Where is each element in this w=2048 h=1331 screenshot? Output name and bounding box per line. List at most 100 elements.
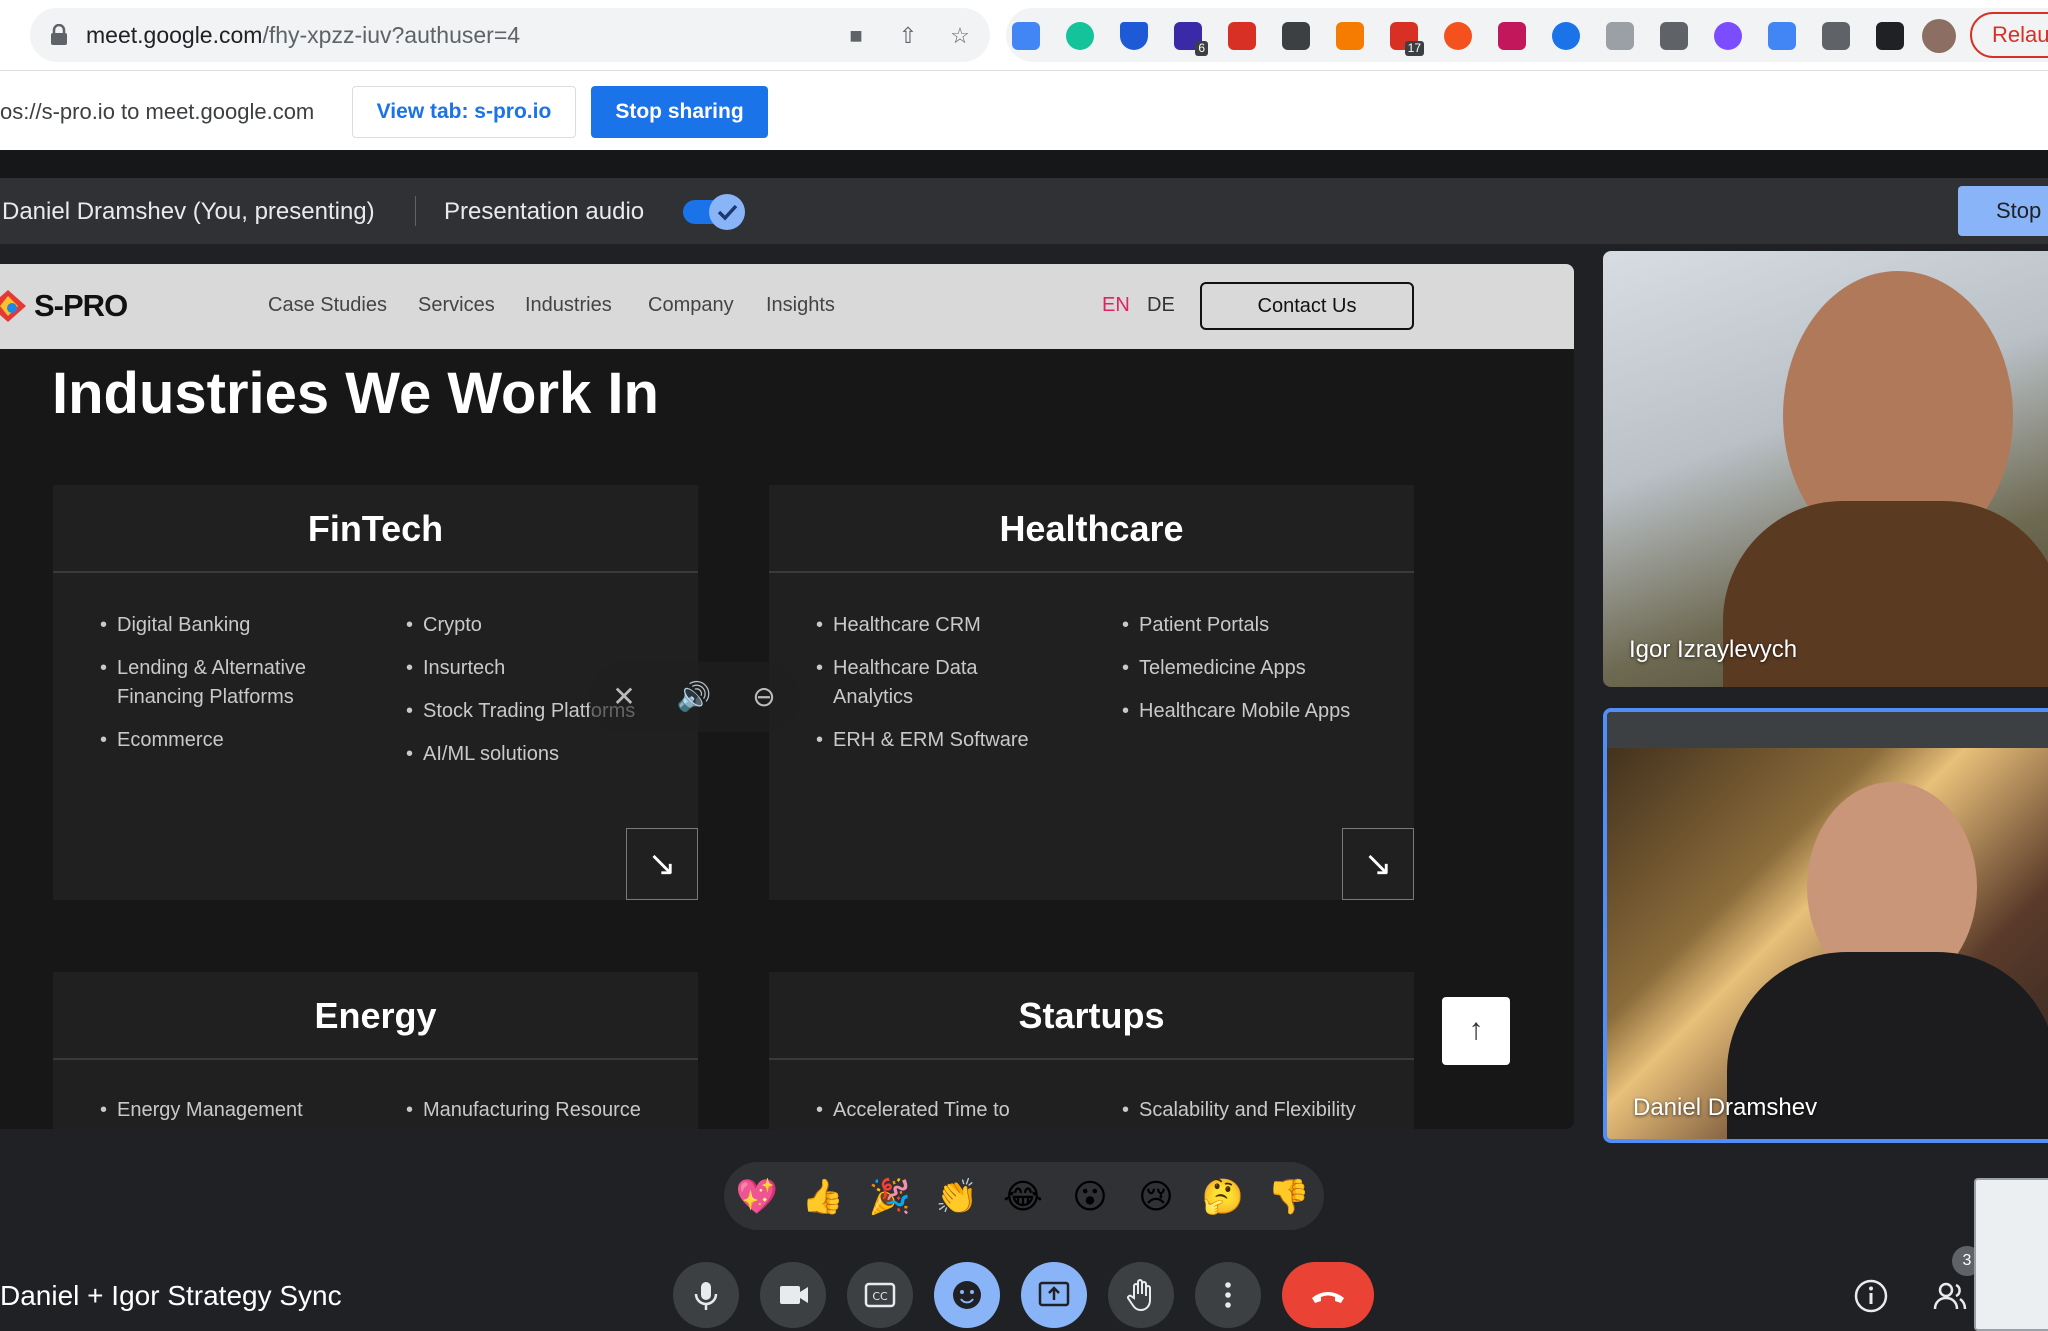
- reactions-bar: 💖 👍 🎉 👏 😂 😮 😢 🤔 👎: [724, 1162, 1324, 1230]
- card-title: Healthcare: [769, 485, 1414, 573]
- profile-avatar[interactable]: [1922, 19, 1956, 53]
- participant-tile-igor[interactable]: Igor Izraylevych: [1603, 251, 2048, 687]
- list-item: • Telemedicine Apps: [1122, 657, 1306, 679]
- side-panel-icon[interactable]: [1876, 22, 1904, 50]
- toggle-knob: [709, 194, 745, 230]
- card-arrow-button[interactable]: ↘: [626, 828, 698, 900]
- extension-icon[interactable]: [1606, 22, 1634, 50]
- nav-services[interactable]: Services: [418, 294, 495, 317]
- reaction-clap[interactable]: 👏: [934, 1174, 980, 1220]
- screen-record-icon[interactable]: [1498, 22, 1526, 50]
- lang-en[interactable]: EN: [1102, 294, 1130, 317]
- contact-us-button[interactable]: Contact Us: [1200, 282, 1414, 330]
- nav-case-studies[interactable]: Case Studies: [268, 294, 387, 317]
- sharing-message: os://s-pro.io to meet.google.com: [0, 99, 315, 124]
- list-item: • Lending & Alternative Financing Platform…: [100, 657, 307, 708]
- google-translate-icon[interactable]: [1012, 22, 1040, 50]
- site-logo[interactable]: S-PRO: [34, 288, 128, 324]
- emoji-reactions-button[interactable]: [934, 1262, 1000, 1328]
- self-view-thumbnail[interactable]: [1974, 1178, 2048, 1331]
- list-item: • Healthcare Mobile Apps: [1122, 700, 1351, 722]
- meeting-info-icon[interactable]: [1853, 1278, 1889, 1314]
- nav-industries[interactable]: Industries: [525, 294, 612, 317]
- reaction-party[interactable]: 🎉: [867, 1174, 913, 1220]
- reaction-thinking[interactable]: 🤔: [1200, 1174, 1246, 1220]
- card-arrow-button[interactable]: ↘: [1342, 828, 1414, 900]
- lock-icon: [51, 24, 67, 45]
- z-icon[interactable]: [1552, 22, 1580, 50]
- list-item: • Accelerated Time to: [816, 1099, 1010, 1121]
- participant-tile-daniel[interactable]: Daniel Dramshev: [1603, 708, 2048, 1143]
- extension-icon[interactable]: [1768, 22, 1796, 50]
- nav-insights[interactable]: Insights: [766, 294, 835, 317]
- extension-icon[interactable]: [1444, 22, 1472, 50]
- extension-icon[interactable]: [1714, 22, 1742, 50]
- camera-icon[interactable]: ■: [844, 25, 868, 47]
- extension-icon[interactable]: 6: [1174, 22, 1208, 56]
- people-glyph: [1933, 1282, 1967, 1310]
- participant-name: Igor Izraylevych: [1629, 636, 1798, 663]
- reaction-thumbs-up[interactable]: 👍: [800, 1174, 846, 1220]
- nav-company[interactable]: Company: [648, 294, 734, 317]
- list-item: • Scalability and Flexibility: [1122, 1099, 1356, 1121]
- list-item: • ERH & ERM Software: [816, 729, 1029, 751]
- hand-icon: [1127, 1279, 1151, 1312]
- present-screen-button[interactable]: [1021, 1262, 1087, 1328]
- scroll-to-top-button[interactable]: ↑: [1442, 997, 1510, 1065]
- smiley-icon: [953, 1281, 981, 1309]
- lang-de[interactable]: DE: [1147, 294, 1175, 317]
- list-item: • Healthcare Data Analytics: [816, 657, 978, 708]
- grammarly-icon[interactable]: [1066, 22, 1094, 50]
- shield-icon[interactable]: [1120, 22, 1148, 50]
- reaction-sad[interactable]: 😢: [1133, 1174, 1179, 1220]
- seo-icon[interactable]: [1228, 22, 1256, 50]
- extensions-bar: 6 17: [1006, 8, 2048, 62]
- microphone-button[interactable]: [673, 1262, 739, 1328]
- share-icon[interactable]: ⇧: [896, 25, 920, 47]
- presentation-audio-toggle[interactable]: [683, 194, 745, 230]
- puzzle-icon[interactable]: [1822, 22, 1850, 50]
- participant-name: Daniel Dramshev: [1633, 1094, 1818, 1121]
- industry-card-healthcare[interactable]: Healthcare • Healthcare CRM • Healthcare D…: [769, 485, 1414, 900]
- m-icon[interactable]: [1282, 22, 1310, 50]
- reaction-thumbs-down[interactable]: 👎: [1266, 1174, 1312, 1220]
- list-item: • AI/ML solutions: [406, 743, 559, 765]
- sharing-infobar: os://s-pro.io to meet.google.com View ta…: [0, 70, 2048, 150]
- raise-hand-button[interactable]: [1108, 1262, 1174, 1328]
- check-icon: [717, 204, 738, 221]
- bank-icon[interactable]: [1660, 22, 1688, 50]
- more-vert-icon: [1225, 1282, 1231, 1308]
- captions-button[interactable]: CC: [847, 1262, 913, 1328]
- divider: [0, 150, 2048, 178]
- reaction-heart[interactable]: 💖: [734, 1174, 780, 1220]
- address-bar[interactable]: meet.google.com/fhy-xpzz-iuv?authuser=4 …: [30, 8, 990, 62]
- list-item: • Manufacturing Resource: [406, 1099, 641, 1121]
- industry-card-energy[interactable]: Energy • Energy Management • Manufacturing…: [53, 972, 698, 1129]
- extension-badge: 6: [1195, 41, 1208, 56]
- stop-presenting-button[interactable]: Stop: [1958, 186, 2048, 236]
- browser-toolbar: meet.google.com/fhy-xpzz-iuv?authuser=4 …: [0, 0, 2048, 70]
- stop-sharing-button[interactable]: Stop sharing: [591, 86, 768, 138]
- reaction-laugh[interactable]: 😂: [1000, 1174, 1046, 1220]
- calendar-icon[interactable]: 17: [1390, 22, 1424, 56]
- camera-button[interactable]: [760, 1262, 826, 1328]
- leave-call-button[interactable]: [1282, 1262, 1374, 1328]
- page-heading: Industries We Work In: [52, 361, 659, 426]
- minimize-icon[interactable]: ⊖: [746, 679, 782, 715]
- reaction-surprised[interactable]: 😮: [1067, 1174, 1113, 1220]
- industry-card-startups[interactable]: Startups • Accelerated Time to • Scalabili…: [769, 972, 1414, 1129]
- unpin-icon[interactable]: ✕: [606, 679, 642, 715]
- list-item: • Insurtech: [406, 657, 506, 679]
- more-options-button[interactable]: [1195, 1262, 1261, 1328]
- card-title: Startups: [769, 972, 1414, 1060]
- people-icon[interactable]: [1932, 1278, 1968, 1314]
- bookmark-star-icon[interactable]: ☆: [948, 25, 972, 47]
- volume-icon[interactable]: 🔊: [676, 679, 712, 715]
- screen: meet.google.com/fhy-xpzz-iuv?authuser=4 …: [0, 0, 2048, 1331]
- view-tab-button[interactable]: View tab: s-pro.io: [352, 86, 576, 138]
- microphone-icon: [694, 1282, 718, 1310]
- extension-badge: 17: [1404, 41, 1424, 56]
- extension-icon[interactable]: [1336, 22, 1364, 50]
- list-item: • Healthcare CRM: [816, 614, 981, 636]
- relaunch-button[interactable]: Relau: [1970, 12, 2048, 58]
